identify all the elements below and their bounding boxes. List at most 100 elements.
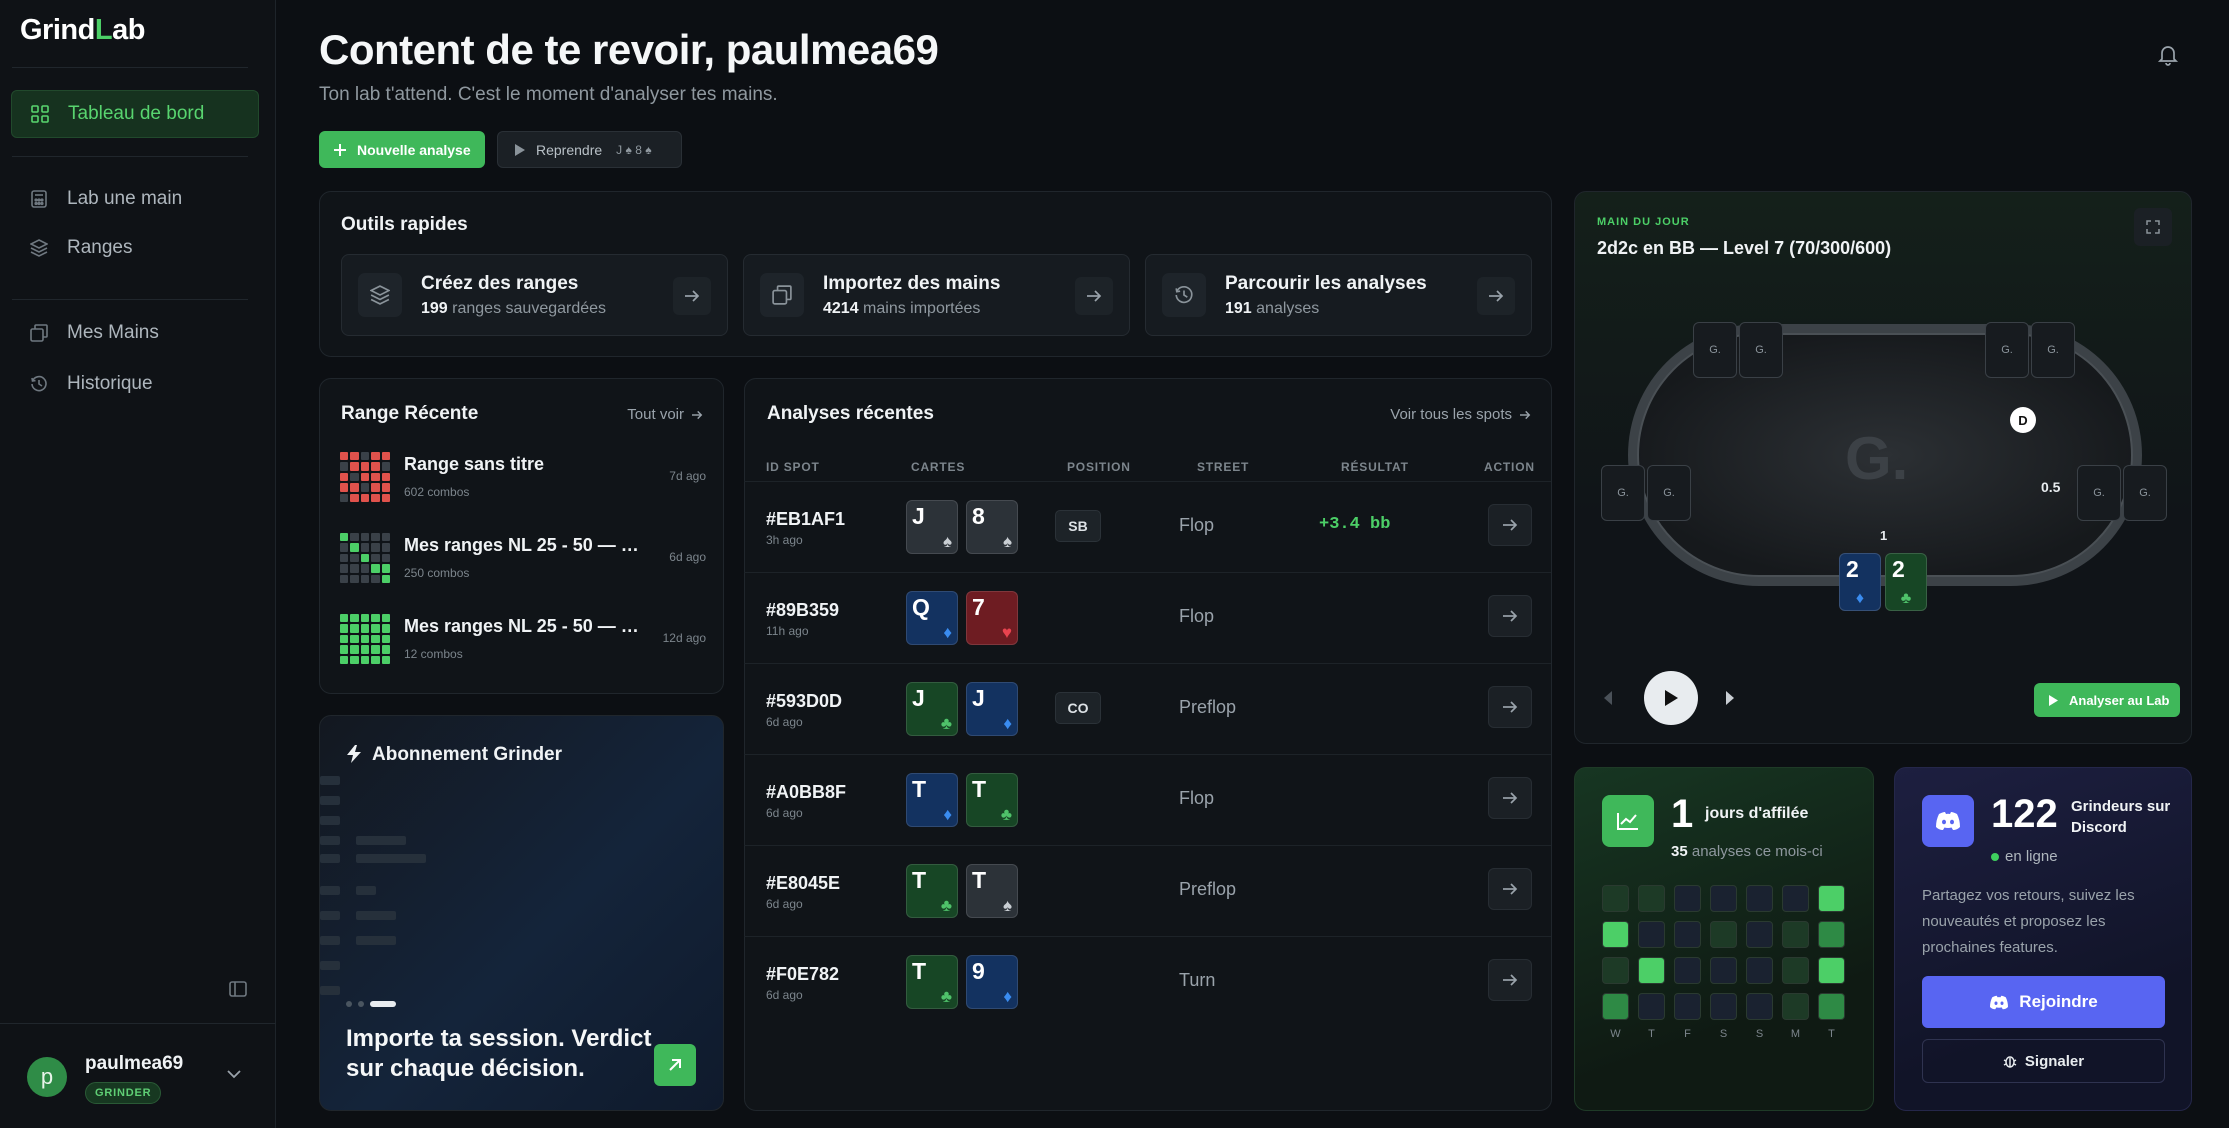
see-all-spots-link[interactable]: Voir tous les spots xyxy=(1390,406,1531,423)
open-spot-button[interactable] xyxy=(1488,777,1532,819)
table-row[interactable]: #89B359 11h ago Q ♦ 7 ♥ Flop xyxy=(744,572,1551,662)
open-spot-button[interactable] xyxy=(1488,595,1532,637)
logo[interactable]: GrindLab xyxy=(20,14,145,47)
heatmap-cell xyxy=(1638,921,1665,948)
expand-icon[interactable] xyxy=(2134,208,2172,246)
seat[interactable]: G. xyxy=(1739,322,1783,378)
chevron-right-icon[interactable] xyxy=(1725,690,1735,706)
playing-card: 8 ♠ xyxy=(966,500,1018,554)
open-spot-button[interactable] xyxy=(1488,504,1532,546)
subscription-open-button[interactable] xyxy=(654,1044,696,1086)
table-logo: G. xyxy=(1845,425,1909,492)
open-spot-button[interactable] xyxy=(1488,868,1532,910)
new-analysis-button[interactable]: Nouvelle analyse xyxy=(319,131,485,168)
seat[interactable]: G. xyxy=(1601,465,1645,521)
recent-range-card: Range Récente Tout voir Range sans titre… xyxy=(319,378,724,694)
seat[interactable]: G. xyxy=(2077,465,2121,521)
chevron-left-icon[interactable] xyxy=(1603,690,1613,706)
arrow-right-icon xyxy=(691,410,703,420)
spot-time: 6d ago xyxy=(766,715,803,729)
table-row[interactable]: #A0BB8F 6d ago T ♦ T ♣ Flop xyxy=(744,754,1551,844)
recent-range-title: Range Récente xyxy=(341,403,479,424)
report-button[interactable]: Signaler xyxy=(1922,1039,2165,1083)
resume-button[interactable]: Reprendre J ♠ 8 ♠ xyxy=(497,131,682,168)
layers-icon xyxy=(29,238,49,258)
position-badge: CO xyxy=(1055,692,1101,724)
tool-browse-analyses[interactable]: Parcourir les analyses 191 analyses xyxy=(1145,254,1532,336)
heatmap-cell xyxy=(1782,993,1809,1020)
page-title: Content de te revoir, paulmea69 xyxy=(319,26,939,73)
sidebar-collapse-icon[interactable] xyxy=(229,981,247,997)
range-item[interactable]: Range sans titre 602 combos 7d ago xyxy=(340,452,706,512)
day-label: T xyxy=(1828,1028,1835,1040)
hero-card: 2 ♦ xyxy=(1839,553,1881,611)
sidebar-item-ranges[interactable]: Ranges xyxy=(11,224,259,272)
street-label: Flop xyxy=(1179,515,1215,535)
join-discord-button[interactable]: Rejoindre xyxy=(1922,976,2165,1028)
trend-chart-icon xyxy=(1602,795,1654,847)
spot-time: 6d ago xyxy=(766,897,803,911)
sidebar-item-my-hands[interactable]: Mes Mains xyxy=(11,309,259,357)
analyze-in-lab-button[interactable]: Analyser au Lab xyxy=(2034,683,2180,717)
seat[interactable]: G. xyxy=(2123,465,2167,521)
playing-card: T ♠ xyxy=(966,864,1018,918)
seat[interactable]: G. xyxy=(1985,322,2029,378)
carousel-dots[interactable] xyxy=(346,1001,396,1007)
table-row[interactable]: #F0E782 6d ago T ♣ 9 ♦ Turn xyxy=(744,936,1551,1026)
day-label: F xyxy=(1684,1028,1691,1040)
arrow-right-icon[interactable] xyxy=(673,277,711,315)
bolt-icon xyxy=(346,745,362,763)
arrow-right-icon xyxy=(1502,791,1518,805)
heatmap-cell xyxy=(1638,885,1665,912)
cards-icon xyxy=(29,323,49,343)
hand-of-day-card: MAIN DU JOUR 2d2c en BB — Level 7 (70/30… xyxy=(1574,191,2192,744)
arrow-right-icon xyxy=(1519,410,1531,420)
heatmap-cell xyxy=(1638,957,1665,984)
bell-icon[interactable] xyxy=(2156,42,2180,66)
range-item[interactable]: Mes ranges NL 25 - 50 — Range 250 combos… xyxy=(340,533,706,593)
open-spot-button[interactable] xyxy=(1488,686,1532,728)
spot-id: #593D0D xyxy=(766,691,843,711)
heatmap-cell xyxy=(1818,993,1845,1020)
resume-hand: J ♠ 8 ♠ xyxy=(616,142,652,157)
seat[interactable]: G. xyxy=(1693,322,1737,378)
playing-card: T ♣ xyxy=(966,773,1018,827)
arrow-right-icon[interactable] xyxy=(1477,277,1515,315)
range-item[interactable]: Mes ranges NL 25 - 50 — Range 12 combos … xyxy=(340,614,706,674)
arrow-right-icon[interactable] xyxy=(1075,277,1113,315)
street-label: Preflop xyxy=(1179,879,1237,899)
avatar: p xyxy=(27,1057,67,1097)
seat[interactable]: G. xyxy=(1647,465,1691,521)
subscription-title: Abonnement Grinder xyxy=(372,744,563,765)
arrow-right-icon xyxy=(1502,882,1518,896)
tool-import-hands[interactable]: Importez des mains 4214 mains importées xyxy=(743,254,1130,336)
street-label: Flop xyxy=(1179,788,1215,808)
table-row[interactable]: #593D0D 6d ago J ♣ J ♦ CO Preflop xyxy=(744,663,1551,753)
user-menu[interactable]: p paulmea69 GRINDER xyxy=(0,1023,276,1128)
streak-count: 1 xyxy=(1671,792,1694,836)
history-icon xyxy=(29,374,49,394)
play-button[interactable] xyxy=(1644,671,1698,725)
spot-time: 6d ago xyxy=(766,988,803,1002)
history-icon xyxy=(1162,273,1206,317)
see-all-ranges-link[interactable]: Tout voir xyxy=(627,406,703,423)
col-header-street: STREET xyxy=(1197,460,1250,474)
play-icon xyxy=(1663,689,1679,707)
sidebar-item-lab[interactable]: Lab une main xyxy=(11,175,259,223)
sidebar-item-dashboard[interactable]: Tableau de bord xyxy=(11,90,259,138)
grid-icon xyxy=(30,104,50,124)
arrow-right-icon xyxy=(1502,973,1518,987)
sidebar-item-history[interactable]: Historique xyxy=(11,360,259,408)
day-label: T xyxy=(1648,1028,1655,1040)
open-spot-button[interactable] xyxy=(1488,959,1532,1001)
tool-create-ranges[interactable]: Créez des ranges 199 ranges sauvegardées xyxy=(341,254,728,336)
seat[interactable]: G. xyxy=(2031,322,2075,378)
heatmap-cell xyxy=(1674,993,1701,1020)
chevron-down-icon[interactable] xyxy=(226,1069,242,1079)
day-label: W xyxy=(1610,1028,1621,1040)
decorative-range-grid xyxy=(320,776,430,1026)
col-header-result: RÉSULTAT xyxy=(1341,460,1409,474)
plan-badge: GRINDER xyxy=(85,1082,162,1104)
table-row[interactable]: #E8045E 6d ago T ♣ T ♠ Preflop xyxy=(744,845,1551,935)
table-row[interactable]: #EB1AF1 3h ago J ♠ 8 ♠ SB Flop +3.4 bb xyxy=(744,481,1551,571)
